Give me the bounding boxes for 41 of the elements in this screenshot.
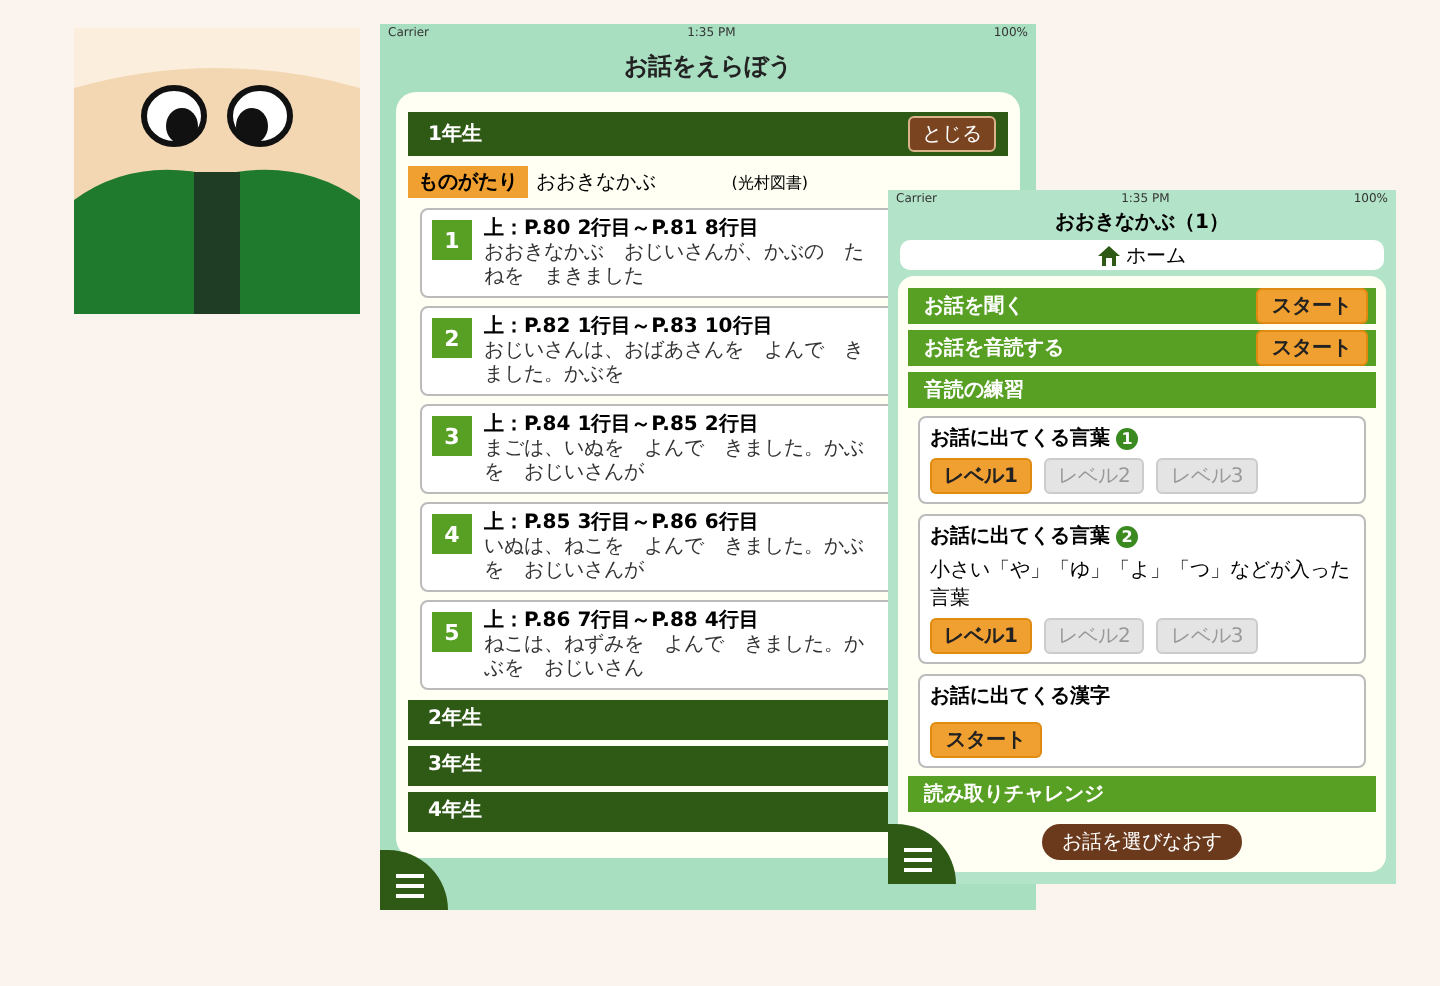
section-number: 2: [432, 318, 472, 358]
start-button[interactable]: スタート: [930, 722, 1042, 758]
excerpt-text: おじいさんは、おばあさんを よんで きました。かぶを: [484, 340, 864, 388]
close-button[interactable]: とじる: [908, 116, 996, 152]
page-range: 上：P.85 3行目～P.86 6行目: [484, 510, 761, 536]
excerpt-text: まごは、いぬを よんで きました。かぶを おじいさんが: [484, 438, 864, 486]
section-label: 音読の練習: [924, 376, 1024, 404]
menu-icon: [904, 848, 932, 872]
publisher-label: (光村図書): [731, 171, 808, 193]
menu-button[interactable]: [380, 850, 448, 910]
story-title: おおきなかぶ: [536, 170, 656, 196]
house-icon: [1098, 245, 1120, 265]
level-button[interactable]: レベル1: [930, 618, 1032, 654]
activity-label: お話を音読する: [924, 334, 1064, 362]
page-range: 上：P.80 2行目～P.81 8行目: [484, 216, 761, 242]
page-range: 上：P.82 1行目～P.83 10行目: [484, 314, 775, 340]
excerpt-text: おおきなかぶ おじいさんが、かぶの たねを まきました: [484, 242, 864, 290]
number-badge: 1: [1116, 427, 1138, 449]
reader-app-icon: [74, 28, 360, 314]
reselect-button[interactable]: お話を選びなおす: [1042, 824, 1242, 860]
section-number: 1: [432, 220, 472, 260]
activity-label: お話を聞く: [924, 293, 1024, 320]
grade-label: 1年生: [428, 121, 482, 148]
grade-header[interactable]: 1年生 とじる: [408, 112, 1008, 156]
home-button[interactable]: ホーム: [1098, 241, 1186, 269]
category-tag: ものがたり: [408, 166, 528, 198]
screen-title: おおきなかぶ（1）: [1053, 210, 1231, 238]
page-range: 上：P.86 7行目～P.88 4行目: [484, 608, 761, 633]
number-badge: 2: [1116, 525, 1138, 547]
level-button[interactable]: レベル1: [930, 458, 1032, 494]
screen-title: お話をえらぼう: [622, 50, 794, 84]
start-button[interactable]: スタート: [1256, 288, 1368, 324]
start-button[interactable]: スタート: [1256, 330, 1368, 366]
section-number: 4: [432, 514, 472, 554]
section-number: 3: [432, 416, 472, 456]
section-number: 5: [432, 612, 472, 652]
excerpt-text: いぬは、ねこを よんで きました。かぶを おじいさんが: [484, 536, 864, 584]
card-title: お話に出てくる言葉: [930, 522, 1110, 550]
excerpt-text: ねこは、ねずみを よんで きました。かぶを おじいさん: [484, 634, 864, 682]
page-range: 上：P.84 1行目～P.85 2行目: [484, 412, 761, 438]
menu-icon: [396, 874, 424, 898]
